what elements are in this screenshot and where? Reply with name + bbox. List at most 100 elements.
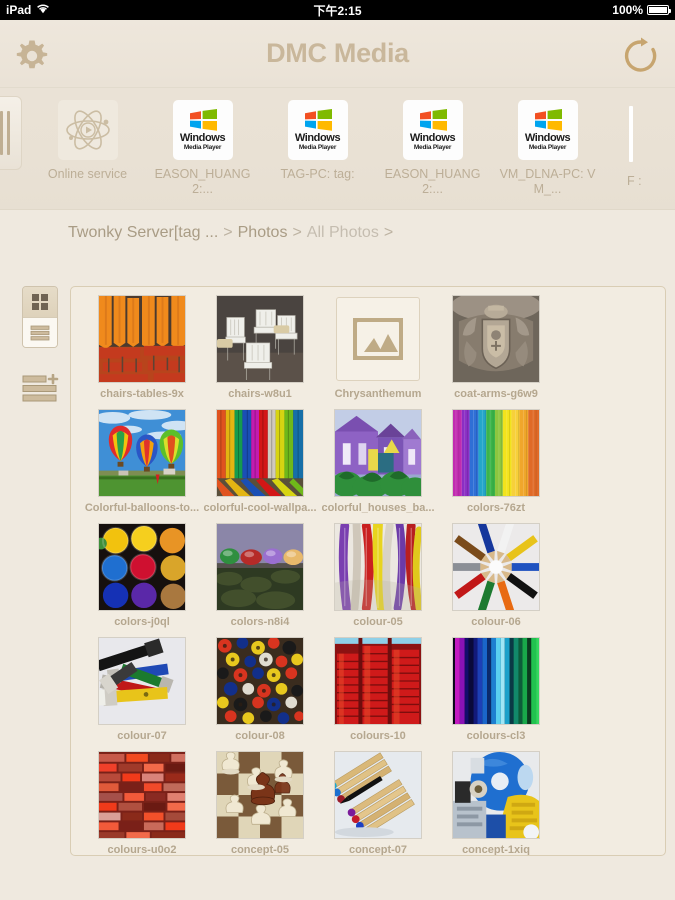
chess-board-pieces-thumb — [216, 751, 304, 839]
status-bar: iPad 下午2:15 100% — [0, 0, 675, 20]
blue-office-supplies-thumb — [452, 751, 540, 839]
wooden-beads-thumb — [216, 637, 304, 725]
device-label: EASON_HUANG2:... — [154, 167, 251, 196]
grid-item-label: colorful_houses_ba... — [321, 502, 435, 514]
refresh-button[interactable] — [621, 36, 661, 76]
thumbnail[interactable] — [215, 523, 305, 611]
grid-item[interactable]: Colorful-balloons-to... — [83, 409, 201, 523]
thumbnail[interactable] — [215, 751, 305, 839]
thumbnail[interactable] — [451, 409, 541, 497]
device-item-eason-huang2-2[interactable]: Windows Media Player EASON_HUANG2:... — [375, 100, 490, 197]
device-item-partial-icon[interactable] — [629, 106, 633, 162]
paint-palette-dots-thumb — [98, 523, 186, 611]
grid-item[interactable]: colour-07 — [83, 637, 201, 751]
grid-item[interactable]: colour-08 — [201, 637, 319, 751]
breadcrumb-item-all-photos[interactable]: All Photos — [307, 224, 379, 242]
thumbnail[interactable] — [451, 637, 541, 725]
battery-full-icon — [647, 5, 671, 15]
list-view-button[interactable] — [23, 317, 57, 347]
thumbnail[interactable] — [451, 523, 541, 611]
colored-feathers-thumb — [334, 523, 422, 611]
thumbnail[interactable] — [451, 751, 541, 839]
add-to-list-button[interactable] — [22, 373, 62, 409]
grid-item[interactable]: coat-arms-g6w9 — [437, 295, 555, 409]
grid-item-label: Colorful-balloons-to... — [84, 502, 200, 514]
grid-item[interactable]: colorful-cool-wallpa... — [201, 409, 319, 523]
drag-handle-icon[interactable] — [0, 96, 22, 170]
view-mode-toggle — [22, 286, 58, 348]
grid-item[interactable]: colors-76zt — [437, 409, 555, 523]
paint-brushes-thumb — [98, 637, 186, 725]
thumbnail[interactable] — [451, 295, 541, 383]
wifi-icon — [36, 3, 50, 17]
thumbnail[interactable] — [97, 751, 187, 839]
grid-item[interactable]: colours-u0o2 — [83, 751, 201, 855]
photo-grid-panel[interactable]: chairs-tables-9x chairs-w8u1 Chrysanthem… — [70, 286, 666, 856]
app-header: DMC Media — [0, 20, 675, 88]
grid-item[interactable]: concept-05 — [201, 751, 319, 856]
thumbnail[interactable] — [333, 637, 423, 725]
windows-media-player-icon: Windows Media Player — [287, 100, 348, 160]
thumbnail[interactable] — [333, 751, 423, 839]
grid-view-button[interactable] — [23, 287, 57, 317]
windows-media-player-icon: Windows Media Player — [172, 100, 233, 160]
grid-item-label: colorful-cool-wallpa... — [203, 502, 317, 514]
grid-item-label: chairs-w8u1 — [228, 388, 292, 400]
device-carousel[interactable]: Online service Windows Media Player EASO… — [0, 88, 675, 210]
device-name-label: iPad — [6, 3, 32, 17]
grid-item[interactable]: concept-07 — [319, 751, 437, 856]
grid-item[interactable]: colours-cl3 — [437, 637, 555, 751]
red-stacked-discs-thumb — [334, 637, 422, 725]
grid-item[interactable]: colors-n8i4 — [201, 523, 319, 637]
thumbnail[interactable] — [97, 523, 187, 611]
colored-wood-planks-thumb — [216, 409, 304, 497]
image-placeholder-icon — [336, 297, 420, 381]
device-item-vm-dlna-pc[interactable]: Windows Media Player VM_DLNA-PC: VM_... — [490, 100, 605, 197]
grid-item-label: concept-07 — [348, 844, 408, 856]
view-toolbar — [22, 286, 62, 409]
grid-item-label: colors-j0ql — [114, 616, 170, 628]
refresh-icon — [624, 37, 657, 72]
grid-item[interactable]: colours-10 — [319, 637, 437, 751]
windows-media-player-icon: Windows Media Player — [517, 100, 578, 160]
grid-item[interactable]: chairs-w8u1 — [201, 295, 319, 409]
thumbnail[interactable] — [97, 409, 187, 497]
grid-item[interactable]: colour-05 — [319, 523, 437, 637]
grid-item[interactable]: colour-06 — [437, 523, 555, 637]
atom-play-icon — [57, 100, 118, 160]
breadcrumb-item-photos[interactable]: Photos — [238, 224, 288, 242]
thumbnail[interactable] — [333, 523, 423, 611]
red-brick-mosaic-thumb — [98, 751, 186, 839]
pencils-circle-thumb — [452, 523, 540, 611]
breadcrumb-item-server[interactable]: Twonky Server[tag ... — [68, 224, 218, 242]
thumbnail[interactable] — [333, 409, 423, 497]
device-label: Online service — [47, 167, 128, 181]
thumbnail[interactable] — [215, 637, 305, 725]
grid-item-label: colour-05 — [353, 616, 403, 628]
device-item-online-service[interactable]: Online service — [30, 100, 145, 182]
thumbnail[interactable] — [215, 409, 305, 497]
grid-item[interactable]: concept-1xiq — [437, 751, 555, 855]
device-label: TAG-PC: tag: — [280, 167, 355, 181]
device-item-tag-pc[interactable]: Windows Media Player TAG-PC: tag: — [260, 100, 375, 182]
grid-item-label: chairs-tables-9x — [100, 388, 184, 400]
grid-item[interactable]: colors-j0ql — [83, 523, 201, 637]
status-bar-time: 下午2:15 — [313, 3, 362, 18]
thumbnail[interactable] — [215, 295, 305, 383]
app-root: iPad 下午2:15 100% DMC Media Online servic… — [0, 0, 675, 900]
grid-item[interactable]: chairs-tables-9x — [83, 295, 201, 409]
device-label: VM_DLNA-PC: VM_... — [499, 167, 596, 196]
thumbnail[interactable] — [97, 637, 187, 725]
thumbnail[interactable] — [97, 295, 187, 383]
breadcrumb: Twonky Server[tag ... > Photos > All Pho… — [0, 210, 675, 256]
breadcrumb-separator: > — [292, 224, 302, 241]
grid-item[interactable]: Chrysanthemum — [319, 295, 437, 409]
breadcrumb-separator: > — [223, 224, 233, 241]
device-item-eason-huang2-1[interactable]: Windows Media Player EASON_HUANG2:... — [145, 100, 260, 197]
device-label: EASON_HUANG2:... — [384, 167, 481, 196]
grid-item-label: concept-05 — [230, 844, 290, 856]
thumbnail-placeholder[interactable] — [333, 295, 423, 383]
grid-item[interactable]: colorful_houses_ba... — [319, 409, 437, 523]
grid-item-label: colour-06 — [471, 616, 521, 628]
grid-item-label: colour-07 — [117, 730, 167, 742]
